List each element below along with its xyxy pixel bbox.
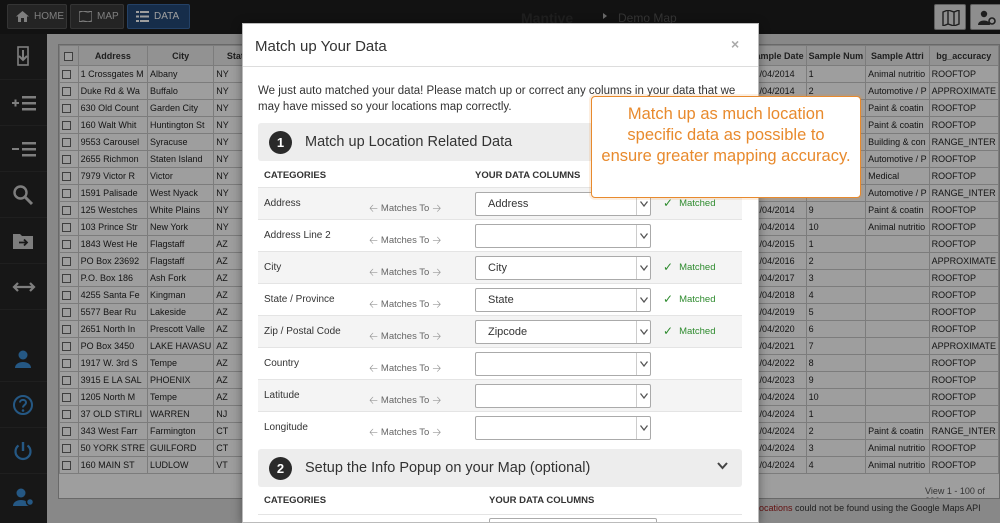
matches-to-indicator: 🡠 Matches To 🡢 bbox=[366, 200, 444, 219]
column-select[interactable]: City bbox=[475, 256, 651, 280]
field-row: Address Line 2 🡠 Matches To 🡢 bbox=[258, 219, 742, 251]
chevron-down-icon bbox=[636, 417, 650, 439]
field-row: Longitude 🡠 Matches To 🡢 bbox=[258, 411, 742, 443]
field-label: Address bbox=[264, 198, 301, 209]
field-row: Latitude 🡠 Matches To 🡢 bbox=[258, 379, 742, 411]
field-label: State / Province bbox=[264, 294, 335, 305]
field-row: State / Province 🡠 Matches To 🡢 State ✓ Matche… bbox=[258, 283, 742, 315]
chevron-down-icon bbox=[636, 257, 650, 279]
column-select[interactable] bbox=[475, 384, 651, 408]
close-icon[interactable]: × bbox=[731, 36, 739, 52]
column-select[interactable]: State bbox=[475, 288, 651, 312]
matches-to-indicator: 🡠 Matches To 🡢 bbox=[366, 424, 444, 443]
arrow-right-icon: 🡢 bbox=[432, 427, 442, 439]
matches-to-indicator: 🡠 Matches To 🡢 bbox=[366, 296, 444, 315]
section-title: Match up Location Related Data bbox=[305, 134, 513, 150]
chevron-down-icon bbox=[636, 385, 650, 407]
chevron-down-icon bbox=[636, 289, 650, 311]
matches-to-indicator: 🡠 Matches To 🡢 bbox=[366, 328, 444, 347]
section-info-popup-header[interactable]: 2 Setup the Info Popup on your Map (opti… bbox=[258, 449, 742, 487]
arrow-right-icon: 🡢 bbox=[432, 267, 442, 279]
your-data-columns-header-2: YOUR DATA COLUMNS bbox=[489, 495, 595, 506]
chevron-down-icon bbox=[636, 353, 650, 375]
modal-title: Match up Your Data bbox=[255, 38, 387, 55]
chevron-down-icon bbox=[636, 225, 650, 247]
arrow-left-icon: 🡠 bbox=[369, 363, 378, 375]
matches-to-indicator: 🡠 Matches To 🡢 bbox=[366, 392, 444, 411]
section-number-badge: 1 bbox=[269, 131, 292, 154]
arrow-left-icon: 🡠 bbox=[369, 267, 378, 279]
field-label: Latitude bbox=[264, 390, 300, 401]
arrow-right-icon: 🡢 bbox=[432, 203, 442, 215]
column-select[interactable] bbox=[475, 352, 651, 376]
matches-to-indicator: 🡠 Matches To 🡢 bbox=[366, 232, 444, 251]
section-number-badge: 2 bbox=[269, 457, 292, 480]
chevron-down-icon bbox=[636, 321, 650, 343]
arrow-right-icon: 🡢 bbox=[432, 395, 442, 407]
field-row: Zip / Postal Code 🡠 Matches To 🡢 Zipcode ✓ Mat… bbox=[258, 315, 742, 347]
field-label: Zip / Postal Code bbox=[264, 326, 341, 337]
column-select[interactable]: Zipcode bbox=[475, 320, 651, 344]
your-data-columns-header: YOUR DATA COLUMNS bbox=[475, 170, 581, 181]
arrow-left-icon: 🡠 bbox=[369, 299, 378, 311]
chevron-down-icon[interactable] bbox=[717, 462, 728, 470]
matched-status: ✓ Matched bbox=[663, 196, 716, 210]
checkmark-icon: ✓ bbox=[663, 292, 674, 306]
field-row: Country 🡠 Matches To 🡢 bbox=[258, 347, 742, 379]
help-callout: Match up as much location specific data … bbox=[591, 96, 861, 198]
categories-header: CATEGORIES bbox=[264, 170, 327, 181]
modal-header: Match up Your Data × bbox=[243, 24, 758, 67]
section-title: Setup the Info Popup on your Map (option… bbox=[305, 460, 591, 476]
field-label: Address Line 2 bbox=[264, 230, 331, 241]
field-label: Country bbox=[264, 358, 300, 369]
matches-to-indicator: 🡠 Matches To 🡢 bbox=[366, 264, 444, 283]
matches-to-indicator: 🡠 Matches To 🡢 bbox=[366, 360, 444, 379]
arrow-left-icon: 🡠 bbox=[369, 331, 378, 343]
matched-status: ✓ Matched bbox=[663, 260, 716, 274]
matched-status: ✓ Matched bbox=[663, 324, 716, 338]
arrow-left-icon: 🡠 bbox=[369, 427, 378, 439]
checkmark-icon: ✓ bbox=[663, 196, 674, 210]
checkmark-icon: ✓ bbox=[663, 324, 674, 338]
arrow-left-icon: 🡠 bbox=[369, 203, 378, 215]
arrow-right-icon: 🡢 bbox=[432, 331, 442, 343]
popup-field-select[interactable] bbox=[489, 518, 657, 522]
checkmark-icon: ✓ bbox=[663, 260, 674, 274]
column-select[interactable] bbox=[475, 224, 651, 248]
categories-header-2: CATEGORIES bbox=[264, 495, 327, 506]
arrow-right-icon: 🡢 bbox=[432, 363, 442, 375]
arrow-left-icon: 🡠 bbox=[369, 235, 378, 247]
arrow-right-icon: 🡢 bbox=[432, 299, 442, 311]
popup-field-row bbox=[258, 514, 742, 522]
field-label: City bbox=[264, 262, 282, 273]
field-label: Longitude bbox=[264, 422, 308, 433]
arrow-left-icon: 🡠 bbox=[369, 395, 378, 407]
column-select[interactable] bbox=[475, 416, 651, 440]
field-row: City 🡠 Matches To 🡢 City ✓ Matched bbox=[258, 251, 742, 283]
matched-status: ✓ Matched bbox=[663, 292, 716, 306]
arrow-right-icon: 🡢 bbox=[432, 235, 442, 247]
